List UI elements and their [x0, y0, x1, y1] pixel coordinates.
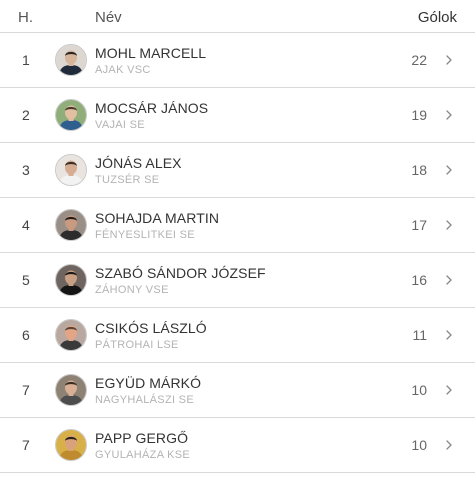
player-goals: 17 [411, 217, 427, 233]
player-goals: 22 [411, 52, 427, 68]
table-row[interactable]: 3 JÓNÁS ALEX TUZSÉR SE 18 [0, 143, 475, 198]
player-name: CSIKÓS LÁSZLÓ [95, 320, 207, 336]
header-rank: H. [18, 9, 33, 26]
player-avatar [55, 429, 87, 461]
row-rank: 3 [22, 162, 30, 178]
row-rank: 4 [22, 217, 30, 233]
row-rank: 7 [22, 437, 30, 453]
player-avatar [55, 209, 87, 241]
player-avatar [55, 374, 87, 406]
goal-scorers-table: H. Név Gólok 1 MOHL MARCELL AJAK VSC 22 2 MOC… [0, 0, 475, 473]
player-name: MOHL MARCELL [95, 45, 207, 61]
header-name: Név [95, 9, 122, 26]
header-goals: Gólok [417, 9, 457, 26]
player-name: SOHAJDA MARTIN [95, 210, 220, 226]
chevron-right-icon[interactable] [443, 53, 455, 67]
player-name: JÓNÁS ALEX [95, 155, 182, 171]
chevron-right-icon[interactable] [443, 383, 455, 397]
player-club: VAJAI SE [95, 119, 145, 131]
player-goals: 11 [412, 327, 427, 343]
chevron-right-icon[interactable] [443, 108, 455, 122]
player-avatar [55, 99, 87, 131]
player-avatar [55, 264, 87, 296]
player-name: SZABÓ SÁNDOR JÓZSEF [95, 265, 266, 281]
chevron-right-icon[interactable] [443, 163, 455, 177]
table-row[interactable]: 5 SZABÓ SÁNDOR JÓZSEF ZÁHONY VSE 16 [0, 253, 475, 308]
chevron-right-icon[interactable] [443, 218, 455, 232]
player-name: EGYÜD MÁRKÓ [95, 375, 202, 391]
row-rank: 5 [22, 272, 30, 288]
player-club: NAGYHALÁSZI SE [95, 394, 194, 406]
player-club: TUZSÉR SE [95, 174, 160, 186]
chevron-right-icon[interactable] [443, 438, 455, 452]
row-rank: 1 [22, 52, 30, 68]
row-rank: 6 [22, 327, 30, 343]
table-row[interactable]: 7 EGYÜD MÁRKÓ NAGYHALÁSZI SE 10 [0, 363, 475, 418]
player-goals: 16 [411, 272, 427, 288]
table-row[interactable]: 1 MOHL MARCELL AJAK VSC 22 [0, 33, 475, 88]
player-goals: 18 [411, 162, 427, 178]
player-club: PÁTROHAI LSE [95, 339, 179, 351]
player-club: GYULAHÁZA KSE [95, 449, 190, 461]
player-name: MOCSÁR JÁNOS [95, 100, 209, 116]
table-body: 1 MOHL MARCELL AJAK VSC 22 2 MOCSÁR JÁNOS VAJA… [0, 33, 475, 473]
player-name: PAPP GERGŐ [95, 430, 189, 446]
player-goals: 10 [411, 437, 427, 453]
player-goals: 10 [411, 382, 427, 398]
chevron-right-icon[interactable] [443, 273, 455, 287]
table-row[interactable]: 4 SOHAJDA MARTIN FÉNYESLITKEI SE 17 [0, 198, 475, 253]
table-header: H. Név Gólok [0, 0, 475, 33]
player-avatar [55, 154, 87, 186]
player-club: AJAK VSC [95, 64, 151, 76]
table-row[interactable]: 7 PAPP GERGŐ GYULAHÁZA KSE 10 [0, 418, 475, 473]
chevron-right-icon[interactable] [443, 328, 455, 342]
player-avatar [55, 44, 87, 76]
player-club: FÉNYESLITKEI SE [95, 229, 195, 241]
table-row[interactable]: 2 MOCSÁR JÁNOS VAJAI SE 19 [0, 88, 475, 143]
row-rank: 2 [22, 107, 30, 123]
table-row[interactable]: 6 CSIKÓS LÁSZLÓ PÁTROHAI LSE 11 [0, 308, 475, 363]
player-club: ZÁHONY VSE [95, 284, 169, 296]
row-rank: 7 [22, 382, 30, 398]
player-goals: 19 [411, 107, 427, 123]
player-avatar [55, 319, 87, 351]
